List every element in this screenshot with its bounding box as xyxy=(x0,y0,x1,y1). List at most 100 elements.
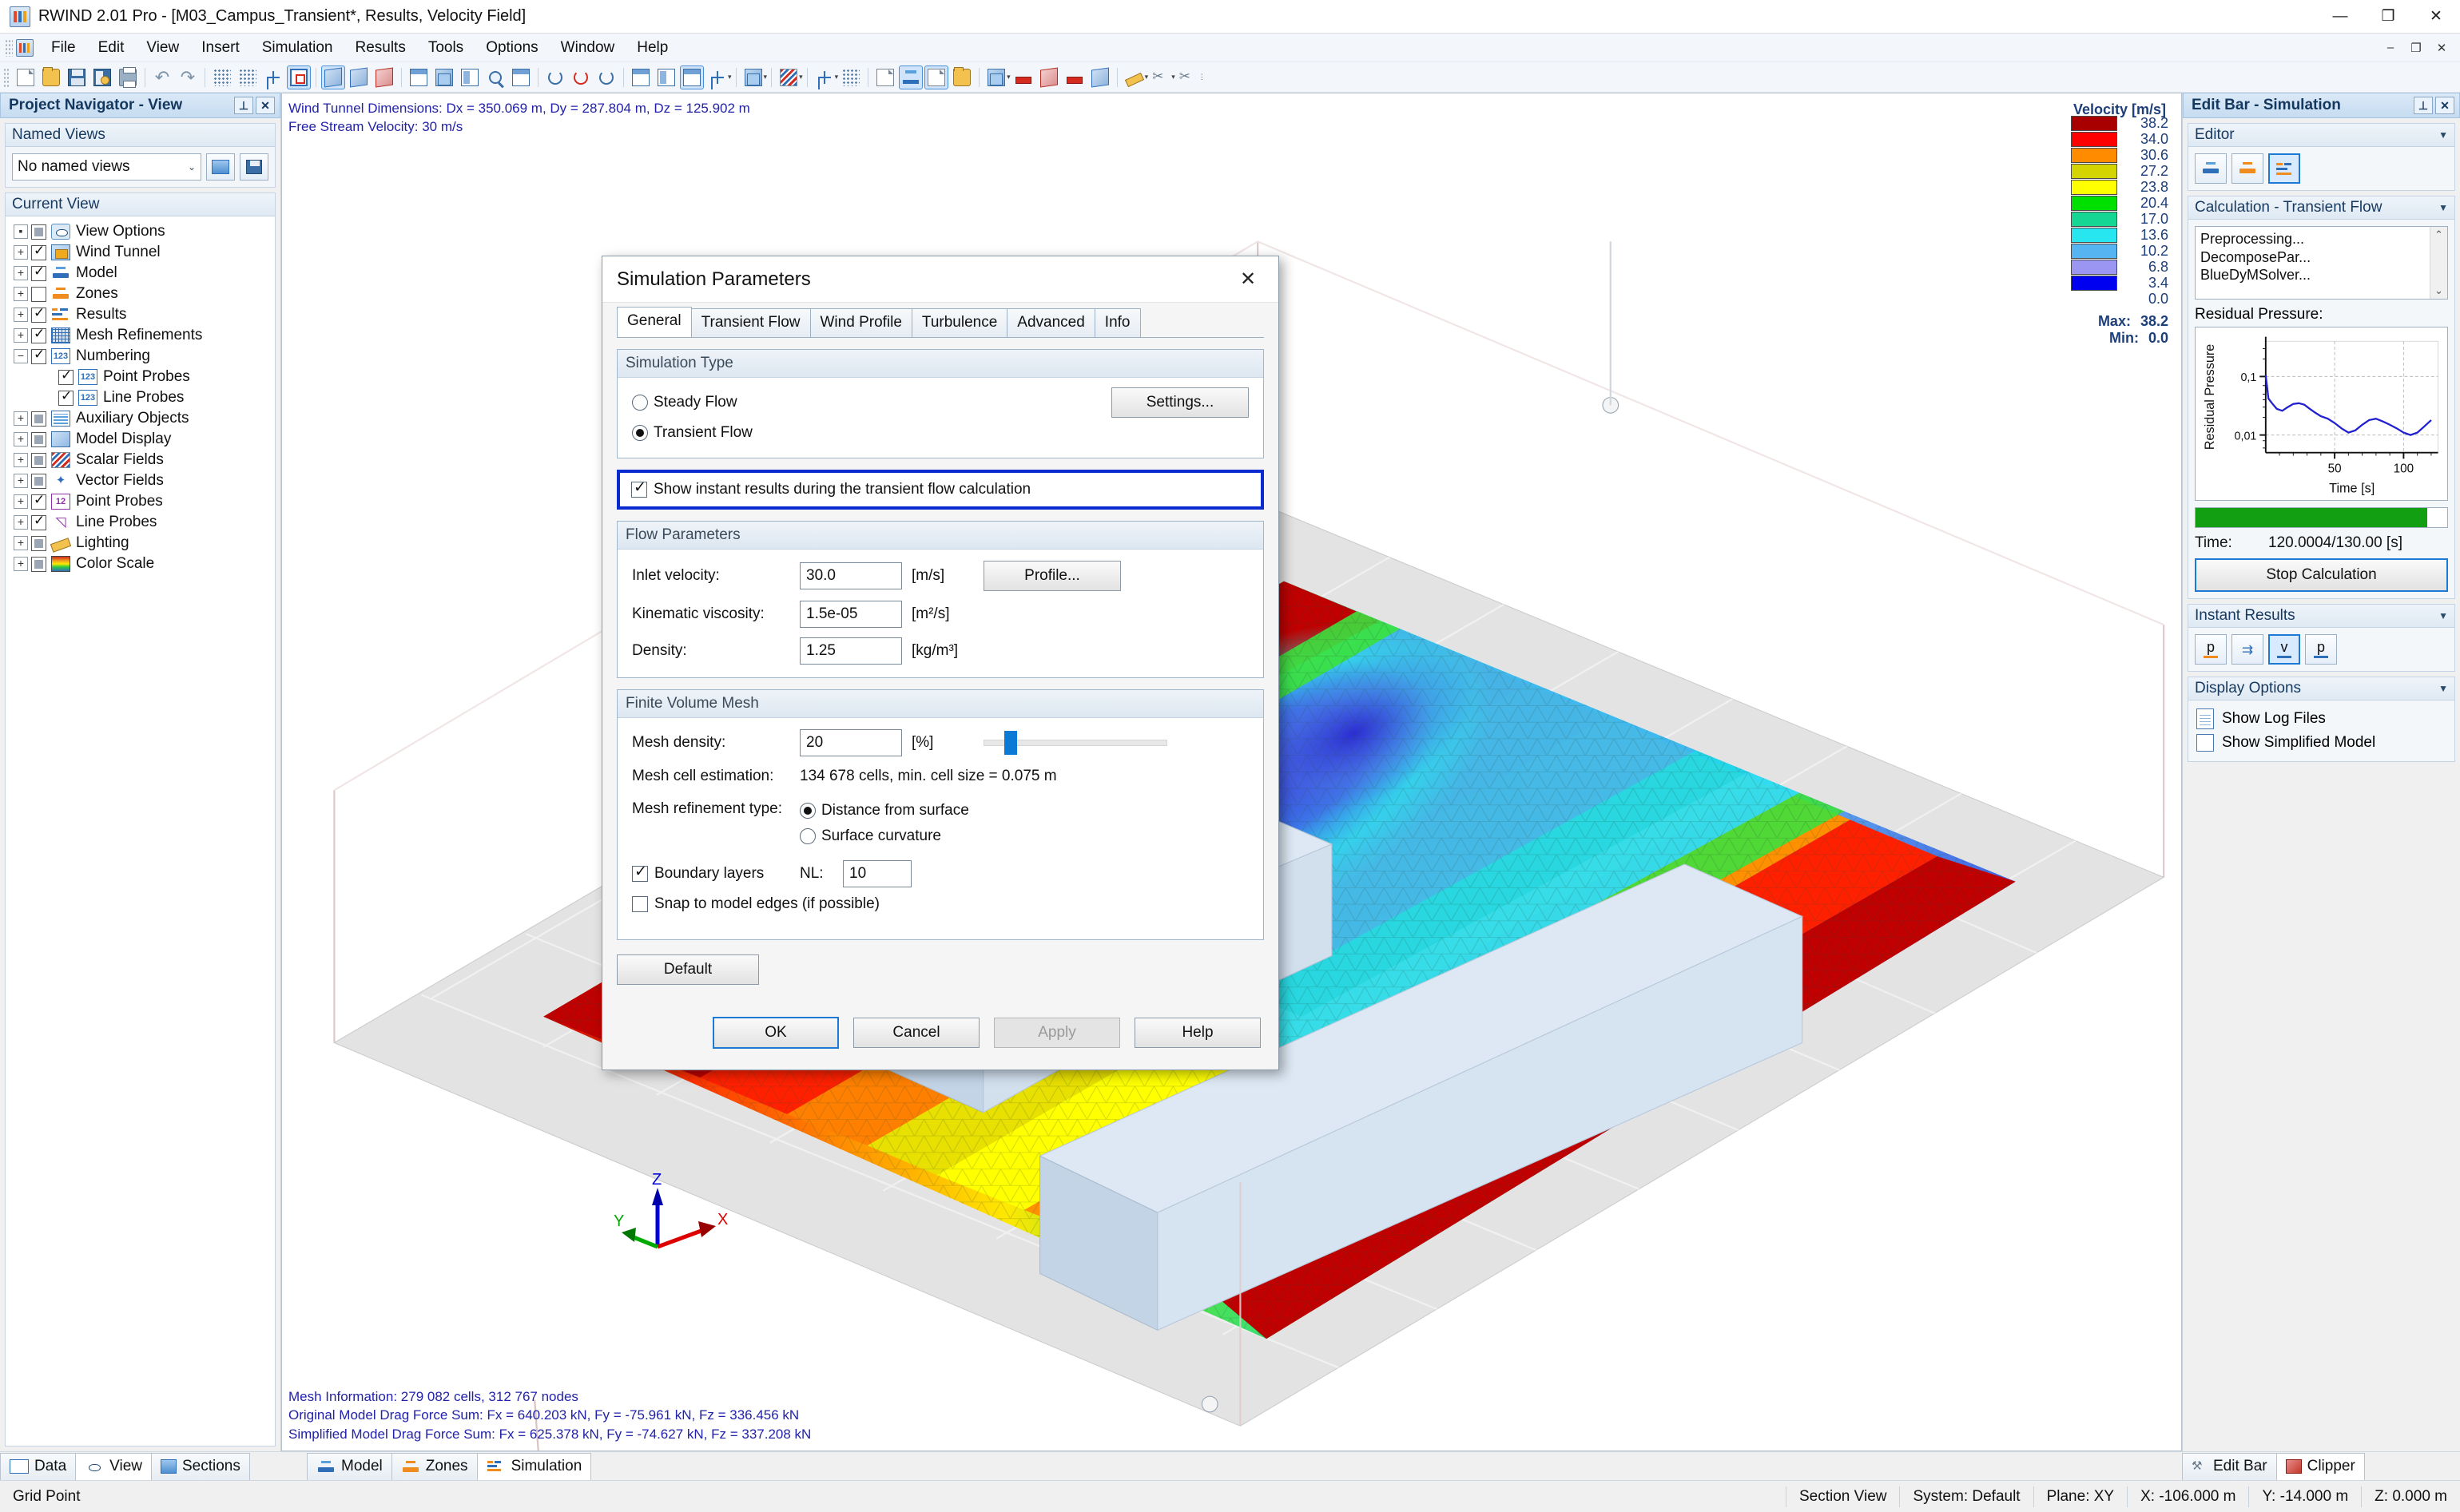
tree-node-point-probes[interactable]: +12 Point Probes xyxy=(9,491,272,512)
checkbox-icon[interactable] xyxy=(31,243,46,260)
section-plane-yz-icon[interactable] xyxy=(1037,65,1061,89)
perspective-icon[interactable] xyxy=(654,65,678,89)
tab-simulation[interactable]: Simulation xyxy=(476,1453,592,1480)
instant-results-section-header[interactable]: Instant Results ▼ xyxy=(2188,604,2455,628)
isometric-view-icon[interactable] xyxy=(680,65,704,89)
checkbox-icon[interactable] xyxy=(31,347,46,364)
snap-grid-icon[interactable] xyxy=(261,65,285,89)
tab-zones[interactable]: Zones xyxy=(391,1453,478,1480)
menu-item-results[interactable]: Results xyxy=(344,35,416,61)
profile-button[interactable]: Profile... xyxy=(984,561,1121,591)
boundary-layers-checkbox-row[interactable]: Boundary layers xyxy=(632,863,800,883)
expander-icon[interactable]: + xyxy=(14,474,28,488)
expander-icon[interactable]: + xyxy=(14,536,28,550)
close-icon[interactable]: ✕ xyxy=(256,97,275,114)
probe-point-icon[interactable] xyxy=(873,65,897,89)
named-views-combo[interactable]: No named views ⌄ xyxy=(12,153,201,181)
tree-node-vector-fields[interactable]: + ✦ Vector Fields xyxy=(9,470,272,491)
radio-distance-from-surface[interactable]: Distance from surface xyxy=(800,798,969,823)
distance-from-surface-radio-icon[interactable] xyxy=(800,803,816,819)
cut-icon[interactable]: ✂ xyxy=(1149,65,1173,89)
default-button[interactable]: Default xyxy=(617,954,759,985)
expander-icon[interactable]: + xyxy=(14,494,28,509)
view-pane-icon[interactable] xyxy=(458,65,482,89)
display-mode-icon[interactable] xyxy=(705,65,729,89)
section-plane-xy-icon[interactable] xyxy=(1011,65,1035,89)
help-button[interactable]: Help xyxy=(1135,1018,1261,1048)
checkbox-icon[interactable] xyxy=(31,411,46,427)
mesh-density-slider[interactable] xyxy=(984,729,1167,756)
tree-node-line-probes[interactable]: 123 Line Probes xyxy=(9,387,272,408)
probe-zone-icon[interactable] xyxy=(924,65,949,89)
dialog-tab-transient-flow[interactable]: Transient Flow xyxy=(690,308,811,337)
mdi-minimize-button[interactable]: – xyxy=(2379,38,2402,58)
checkbox-icon[interactable] xyxy=(31,492,46,510)
tree-node-auxiliary-objects[interactable]: + Auxiliary Objects xyxy=(9,408,272,429)
expander-icon[interactable]: ▪ xyxy=(14,224,28,239)
result-pressure-blue-button[interactable]: p xyxy=(2305,634,2337,665)
vector-field-icon[interactable] xyxy=(813,65,837,89)
tab-clipper[interactable]: Clipper xyxy=(2275,1453,2365,1480)
close-icon[interactable]: ✕ xyxy=(2435,97,2454,114)
zoom-window-icon[interactable] xyxy=(483,65,507,89)
radio-steady-flow[interactable]: Steady Flow xyxy=(632,387,1111,418)
mdi-restore-button[interactable]: ❐ xyxy=(2404,38,2428,58)
minimize-button[interactable]: — xyxy=(2316,0,2364,34)
scroll-down-icon[interactable]: ⌄ xyxy=(2434,284,2443,297)
scroll-up-icon[interactable]: ⌃ xyxy=(2434,228,2443,241)
kinematic-viscosity-input[interactable]: 1.5e-05 xyxy=(800,601,902,628)
slider-thumb[interactable] xyxy=(1004,731,1017,755)
snap-to-edges-checkbox-row[interactable]: Snap to model edges (if possible) xyxy=(632,895,1249,913)
expander-icon[interactable]: + xyxy=(14,557,28,571)
checkbox-icon[interactable] xyxy=(31,326,46,343)
tree-node-model[interactable]: + Model xyxy=(9,263,272,284)
checkbox-icon[interactable] xyxy=(31,473,46,489)
checkbox-icon[interactable] xyxy=(31,556,46,572)
chevron-down-icon[interactable]: ▼ xyxy=(2438,202,2448,213)
expander-icon[interactable]: + xyxy=(14,453,28,467)
section-plane-xz-icon[interactable] xyxy=(1063,65,1087,89)
radio-surface-curvature[interactable]: Surface curvature xyxy=(800,823,969,849)
expander-icon[interactable]: + xyxy=(14,245,28,260)
dialog-tab-general[interactable]: General xyxy=(617,307,692,337)
editor-zones-button[interactable] xyxy=(2231,153,2263,184)
probe-results-icon[interactable] xyxy=(950,65,974,89)
zoom-all-icon[interactable] xyxy=(509,65,533,89)
editor-section-header[interactable]: Editor ▼ xyxy=(2188,123,2455,147)
dialog-tab-advanced[interactable]: Advanced xyxy=(1007,308,1095,337)
show-log-files-row[interactable]: Show Log Files xyxy=(2195,707,2448,731)
expander-icon[interactable]: − xyxy=(14,349,28,363)
checkbox-icon[interactable] xyxy=(31,264,46,281)
menu-item-help[interactable]: Help xyxy=(626,35,679,61)
ok-button[interactable]: OK xyxy=(713,1017,839,1049)
pin-icon[interactable]: ⊥ xyxy=(234,97,253,114)
pin-icon[interactable]: ⊥ xyxy=(2414,97,2433,114)
tree-node-results[interactable]: + Results xyxy=(9,304,272,325)
tree-node-model-display[interactable]: + Model Display xyxy=(9,429,272,450)
expander-icon[interactable]: + xyxy=(14,411,28,426)
editor-simulation-button[interactable] xyxy=(2268,153,2300,184)
render-mode-icon[interactable] xyxy=(210,65,234,89)
tree-node-numbering[interactable]: − 123 Numbering xyxy=(9,346,272,367)
expander-icon[interactable]: + xyxy=(14,328,28,343)
checkbox-icon[interactable] xyxy=(31,286,46,302)
checkbox-icon[interactable] xyxy=(31,431,46,447)
move-object-icon[interactable] xyxy=(407,65,431,89)
pick-section-icon[interactable] xyxy=(1123,65,1147,89)
menu-item-file[interactable]: File xyxy=(40,35,87,61)
checkbox-icon[interactable] xyxy=(58,388,74,406)
menu-item-options[interactable]: Options xyxy=(475,35,549,61)
dialog-tab-wind-profile[interactable]: Wind Profile xyxy=(809,308,912,337)
tree-node-zones[interactable]: + Zones xyxy=(9,284,272,304)
grid-snap-icon[interactable] xyxy=(287,65,311,89)
expander-icon[interactable] xyxy=(41,391,55,405)
cut-all-icon[interactable]: ✂ xyxy=(1176,65,1200,89)
redo-icon[interactable]: ↷ xyxy=(176,65,200,89)
save-as-icon[interactable] xyxy=(90,65,114,89)
menu-grip[interactable] xyxy=(5,38,13,57)
mesh-density-input[interactable]: 20 xyxy=(800,729,902,756)
close-button[interactable]: ✕ xyxy=(2412,0,2460,34)
editor-model-button[interactable] xyxy=(2195,153,2227,184)
reset-view-icon[interactable] xyxy=(569,65,593,89)
tab-model[interactable]: Model xyxy=(307,1453,392,1480)
